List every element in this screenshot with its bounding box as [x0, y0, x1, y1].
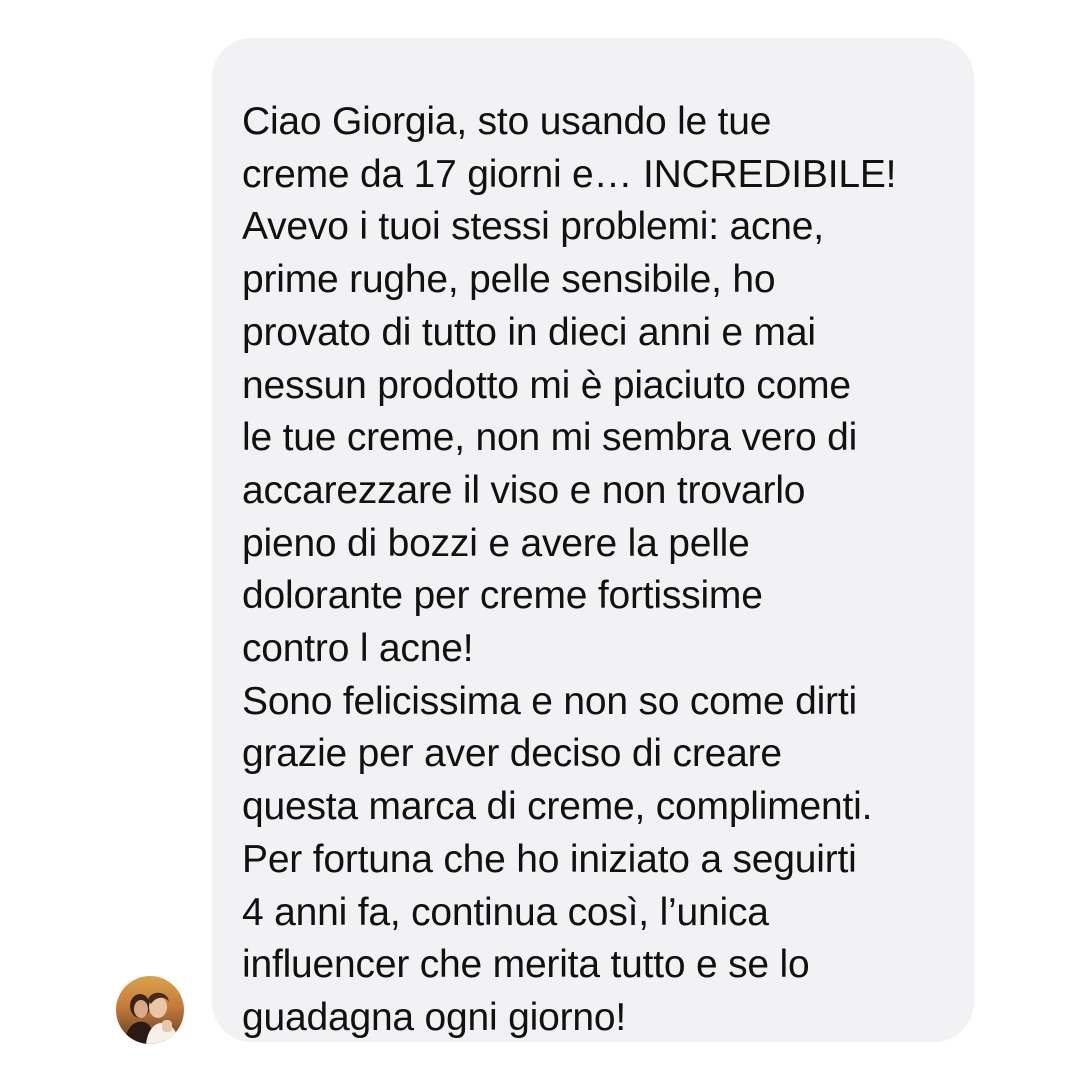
message-line: pieno di bozzi e avere la pelle [242, 521, 750, 565]
message-line: Sono felicissima e non so come dirti [242, 679, 857, 723]
received-message-bubble[interactable]: Ciao Giorgia, sto usando le tue creme da… [212, 38, 974, 1042]
message-line: creme da 17 giorni e… INCREDIBILE! [242, 152, 897, 196]
message-line: le tue creme, non mi sembra vero di [242, 416, 858, 460]
message-line: prime rughe, pelle sensibile, ho [242, 258, 776, 302]
sender-avatar[interactable] [116, 976, 184, 1044]
profile-photo-icon [116, 976, 184, 1044]
message-line: Ciao Giorgia, sto usando le tue [242, 100, 772, 143]
message-line: questa marca di creme, complimenti. [242, 785, 873, 829]
message-line: contro l acne! [242, 627, 474, 671]
message-line: Per fortuna che ho iniziato a seguirti [242, 837, 857, 881]
message-line: dolorante per creme fortissime [242, 574, 763, 618]
message-line: nessun prodotto mi è piaciuto come [242, 363, 851, 407]
message-thread: Ciao Giorgia, sto usando le tue creme da… [0, 0, 1080, 1080]
message-line: influencer che merita tutto e se lo [242, 943, 810, 987]
message-line: provato di tutto in dieci anni e mai [242, 310, 816, 354]
message-line: Avevo i tuoi stessi problemi: acne, [242, 205, 824, 249]
message-line: guadagna ogni giorno! [242, 995, 626, 1039]
message-line: 4 anni fa, continua così, l’unica [242, 890, 769, 934]
message-line: accarezzare il viso e non trovarlo [242, 468, 806, 512]
message-line: grazie per aver deciso di creare [242, 732, 782, 776]
